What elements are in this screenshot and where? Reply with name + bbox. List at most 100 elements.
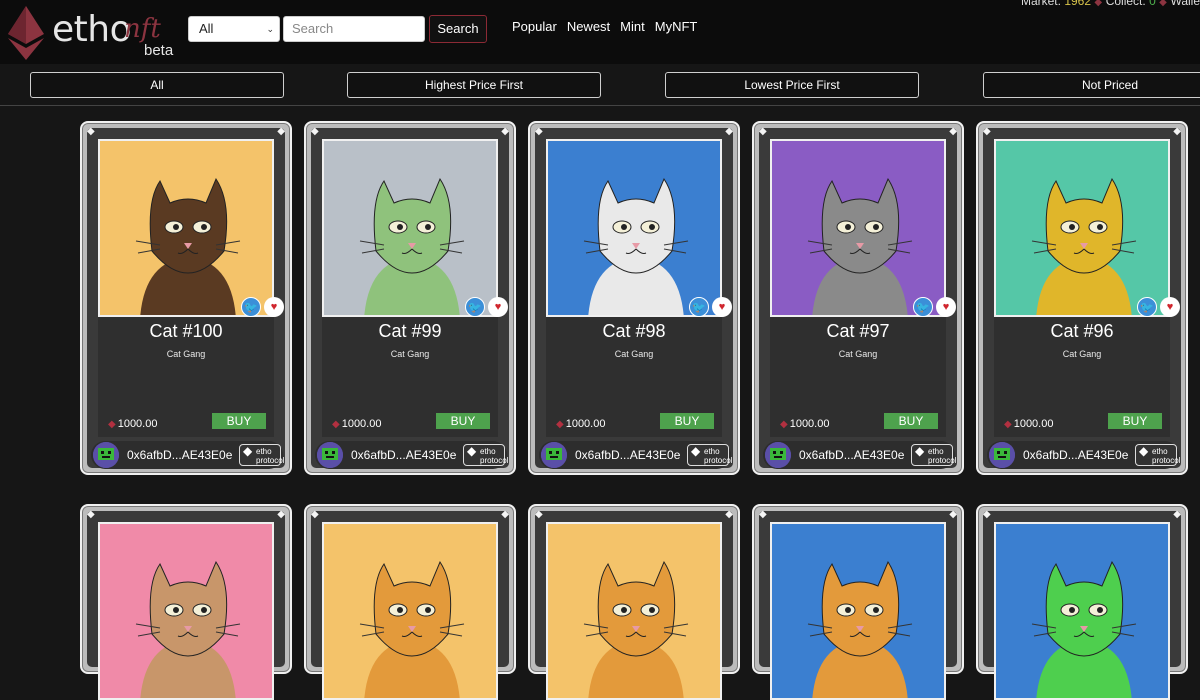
nft-image[interactable] bbox=[98, 139, 274, 317]
nft-card[interactable]: ◆ ◆ 🐦 ♥ Cat #97 Cat Gang ◆ 1000.00 BUY 0x6afbD..… bbox=[752, 121, 964, 475]
badge-top: etho bbox=[1152, 447, 1168, 456]
twitter-icon[interactable]: 🐦 bbox=[913, 297, 933, 317]
buy-button[interactable]: BUY bbox=[884, 413, 938, 429]
search-input[interactable]: Search bbox=[283, 16, 425, 42]
nav-mint[interactable]: Mint bbox=[620, 19, 645, 34]
owner-address: 0x6afbD...AE43E0e bbox=[351, 448, 457, 462]
logo-word: etho bbox=[52, 9, 132, 50]
buy-button[interactable]: BUY bbox=[436, 413, 490, 429]
card-info-panel: Cat #99 Cat Gang ◆ 1000.00 BUY bbox=[322, 317, 498, 437]
heart-icon[interactable]: ♥ bbox=[1160, 297, 1180, 317]
twitter-icon[interactable]: 🐦 bbox=[465, 297, 485, 317]
cat-artwork bbox=[324, 524, 496, 698]
twitter-icon[interactable]: 🐦 bbox=[1137, 297, 1157, 317]
owner-address: 0x6afbD...AE43E0e bbox=[127, 448, 233, 462]
nft-card[interactable]: ◆ ◆ bbox=[528, 504, 740, 700]
cat-artwork bbox=[772, 141, 944, 315]
owner-avatar bbox=[765, 442, 791, 468]
heart-icon[interactable]: ♥ bbox=[488, 297, 508, 317]
nft-image[interactable] bbox=[994, 139, 1170, 317]
nft-price: ◆ 1000.00 bbox=[332, 418, 381, 430]
owner-bar[interactable]: 0x6afbD...AE43E0e ◆ etho protocol bbox=[987, 441, 1181, 469]
eth-corner-icon: ◆ bbox=[87, 126, 95, 137]
filter-all-button[interactable]: All bbox=[30, 72, 284, 98]
nft-card[interactable]: ◆ ◆ 🐦 ♥ Cat #98 Cat Gang ◆ 1000.00 BUY 0x6afbD..… bbox=[528, 121, 740, 475]
filter-lowest-price-button[interactable]: Lowest Price First bbox=[665, 72, 919, 98]
nft-image[interactable] bbox=[322, 522, 498, 700]
nft-image[interactable] bbox=[994, 522, 1170, 700]
nft-image[interactable] bbox=[770, 522, 946, 700]
nft-card[interactable]: ◆ ◆ 🐦 ♥ Cat #100 Cat Gang ◆ 1000.00 BUY 0x6afbD.… bbox=[80, 121, 292, 475]
eth-corner-icon: ◆ bbox=[983, 509, 991, 520]
eth-small-icon: ◆ bbox=[1159, 0, 1167, 8]
search-button[interactable]: Search bbox=[429, 15, 487, 43]
heart-icon[interactable]: ♥ bbox=[936, 297, 956, 317]
eth-corner-icon: ◆ bbox=[277, 509, 285, 520]
eth-badge-icon: ◆ bbox=[1139, 444, 1149, 458]
nft-card[interactable]: ◆ ◆ bbox=[304, 504, 516, 700]
owner-address: 0x6afbD...AE43E0e bbox=[575, 448, 681, 462]
price-value: 1000.00 bbox=[565, 418, 606, 430]
badge-top: etho bbox=[256, 447, 272, 456]
twitter-icon[interactable]: 🐦 bbox=[689, 297, 709, 317]
eth-badge-icon: ◆ bbox=[691, 444, 701, 458]
cat-artwork bbox=[100, 524, 272, 698]
nav-newest[interactable]: Newest bbox=[567, 19, 610, 34]
nft-image[interactable] bbox=[546, 139, 722, 317]
nav-popular[interactable]: Popular bbox=[512, 19, 557, 34]
nav-mynft[interactable]: MyNFT bbox=[655, 19, 698, 34]
category-select[interactable]: All ⌄ bbox=[188, 16, 280, 42]
filter-highest-price-button[interactable]: Highest Price First bbox=[347, 72, 601, 98]
nft-image[interactable] bbox=[770, 139, 946, 317]
eth-corner-icon: ◆ bbox=[949, 509, 957, 520]
nft-price: ◆ 1000.00 bbox=[780, 418, 829, 430]
buy-button[interactable]: BUY bbox=[660, 413, 714, 429]
nft-title: Cat #96 bbox=[1050, 321, 1114, 341]
sort-filter-bar: All Highest Price First Lowest Price Fir… bbox=[0, 64, 1200, 106]
eth-corner-icon: ◆ bbox=[311, 126, 319, 137]
heart-icon[interactable]: ♥ bbox=[712, 297, 732, 317]
nft-collection: Cat Gang bbox=[1062, 349, 1102, 359]
cat-artwork bbox=[548, 524, 720, 698]
filter-not-priced-button[interactable]: Not Priced bbox=[983, 72, 1200, 98]
badge-bottom: protocol bbox=[256, 456, 285, 465]
price-value: 1000.00 bbox=[117, 418, 158, 430]
cat-artwork bbox=[772, 524, 944, 698]
cat-artwork bbox=[996, 524, 1168, 698]
nft-image[interactable] bbox=[98, 522, 274, 700]
badge-bottom: protocol bbox=[1152, 456, 1181, 465]
eth-small-icon: ◆ bbox=[1094, 0, 1103, 8]
owner-bar[interactable]: 0x6afbD...AE43E0e ◆ etho protocol bbox=[315, 441, 508, 469]
eth-badge-icon: ◆ bbox=[915, 444, 925, 458]
nft-card[interactable]: ◆ ◆ bbox=[976, 504, 1188, 700]
etho-nft-logo[interactable]: etho nft beta bbox=[6, 4, 176, 60]
nft-card[interactable]: ◆ ◆ bbox=[80, 504, 292, 700]
nft-card[interactable]: ◆ ◆ bbox=[752, 504, 964, 700]
nft-collection: Cat Gang bbox=[838, 349, 878, 359]
badge-top: etho bbox=[480, 447, 496, 456]
nft-image[interactable] bbox=[546, 522, 722, 700]
eth-price-icon: ◆ bbox=[556, 419, 564, 430]
nft-title: Cat #99 bbox=[378, 321, 442, 341]
owner-bar[interactable]: 0x6afbD...AE43E0e ◆ etho protocol bbox=[91, 441, 285, 469]
nft-image[interactable] bbox=[322, 139, 498, 317]
nft-collection: Cat Gang bbox=[614, 349, 654, 359]
owner-avatar bbox=[93, 442, 119, 468]
share-actions: 🐦 ♥ bbox=[689, 297, 732, 317]
eth-price-icon: ◆ bbox=[108, 419, 116, 430]
owner-bar[interactable]: 0x6afbD...AE43E0e ◆ etho protocol bbox=[763, 441, 956, 469]
eth-corner-icon: ◆ bbox=[501, 126, 509, 137]
twitter-icon[interactable]: 🐦 bbox=[241, 297, 261, 317]
nft-card[interactable]: ◆ ◆ 🐦 ♥ Cat #96 Cat Gang ◆ 1000.00 BUY 0x6afbD..… bbox=[976, 121, 1188, 475]
heart-icon[interactable]: ♥ bbox=[264, 297, 284, 317]
etho-diamond-logo-icon bbox=[8, 6, 44, 60]
buy-button[interactable]: BUY bbox=[1108, 413, 1162, 429]
wallet-link[interactable]: Walle bbox=[1170, 0, 1200, 8]
buy-button[interactable]: BUY bbox=[212, 413, 266, 429]
eth-badge-icon: ◆ bbox=[467, 444, 477, 458]
eth-corner-icon: ◆ bbox=[949, 126, 957, 137]
owner-bar[interactable]: 0x6afbD...AE43E0e ◆ etho protocol bbox=[539, 441, 732, 469]
owner-avatar bbox=[317, 442, 343, 468]
etho-protocol-badge: ◆ etho protocol bbox=[1135, 444, 1181, 466]
nft-card[interactable]: ◆ ◆ 🐦 ♥ Cat #99 Cat Gang ◆ 1000.00 BUY 0x6afbD..… bbox=[304, 121, 516, 475]
